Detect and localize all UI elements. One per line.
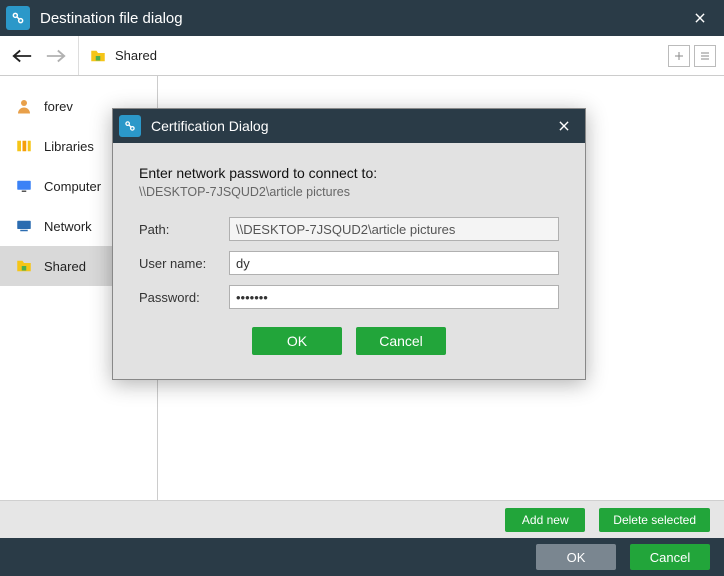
titlebar: Destination file dialog — [0, 0, 724, 36]
libraries-icon — [14, 136, 34, 156]
sidebar-item-label: forev — [44, 99, 73, 114]
sidebar-item-label: Network — [44, 219, 92, 234]
dialog-titlebar: Certification Dialog — [113, 109, 585, 143]
user-icon — [14, 96, 34, 116]
add-icon[interactable] — [668, 45, 690, 67]
path-label: Path: — [139, 222, 229, 237]
dialog-buttons: OK Cancel — [139, 327, 559, 355]
shared-icon — [14, 256, 34, 276]
list-view-icon[interactable] — [694, 45, 716, 67]
forward-button[interactable] — [42, 42, 70, 70]
sidebar-item-label: Computer — [44, 179, 101, 194]
toolbar-right — [668, 45, 724, 67]
toolbar: Shared — [0, 36, 724, 76]
password-label: Password: — [139, 290, 229, 305]
password-field[interactable] — [229, 285, 559, 309]
computer-icon — [14, 176, 34, 196]
dialog-prompt: Enter network password to connect to: — [139, 165, 559, 181]
nav-buttons — [0, 36, 79, 75]
app-icon — [119, 115, 141, 137]
dialog-ok-button[interactable]: OK — [252, 327, 342, 355]
network-icon — [14, 216, 34, 236]
back-button[interactable] — [8, 42, 36, 70]
certification-dialog: Certification Dialog Enter network passw… — [112, 108, 586, 380]
username-row: User name: — [139, 251, 559, 275]
action-bar: Add new Delete selected — [0, 500, 724, 538]
window-title: Destination file dialog — [40, 10, 682, 27]
path-row: Path: — [139, 217, 559, 241]
close-icon[interactable] — [549, 111, 579, 141]
sidebar-item-label: Libraries — [44, 139, 94, 154]
sidebar-item-label: Shared — [44, 259, 86, 274]
app-icon — [6, 6, 30, 30]
username-label: User name: — [139, 256, 229, 271]
add-new-button[interactable]: Add new — [505, 508, 585, 532]
dialog-cancel-button[interactable]: Cancel — [356, 327, 446, 355]
cancel-button[interactable]: Cancel — [630, 544, 710, 570]
breadcrumb-label: Shared — [115, 48, 157, 63]
username-field[interactable] — [229, 251, 559, 275]
dialog-target-path: \\DESKTOP-7JSQUD2\article pictures — [139, 185, 559, 199]
ok-button[interactable]: OK — [536, 544, 616, 570]
dialog-title: Certification Dialog — [151, 118, 549, 134]
password-row: Password: — [139, 285, 559, 309]
delete-selected-button[interactable]: Delete selected — [599, 508, 710, 532]
footer-bar: OK Cancel — [0, 538, 724, 576]
dialog-body: Enter network password to connect to: \\… — [113, 143, 585, 379]
path-field — [229, 217, 559, 241]
shared-folder-icon — [89, 47, 107, 65]
breadcrumb[interactable]: Shared — [79, 47, 668, 65]
close-icon[interactable] — [682, 0, 718, 36]
